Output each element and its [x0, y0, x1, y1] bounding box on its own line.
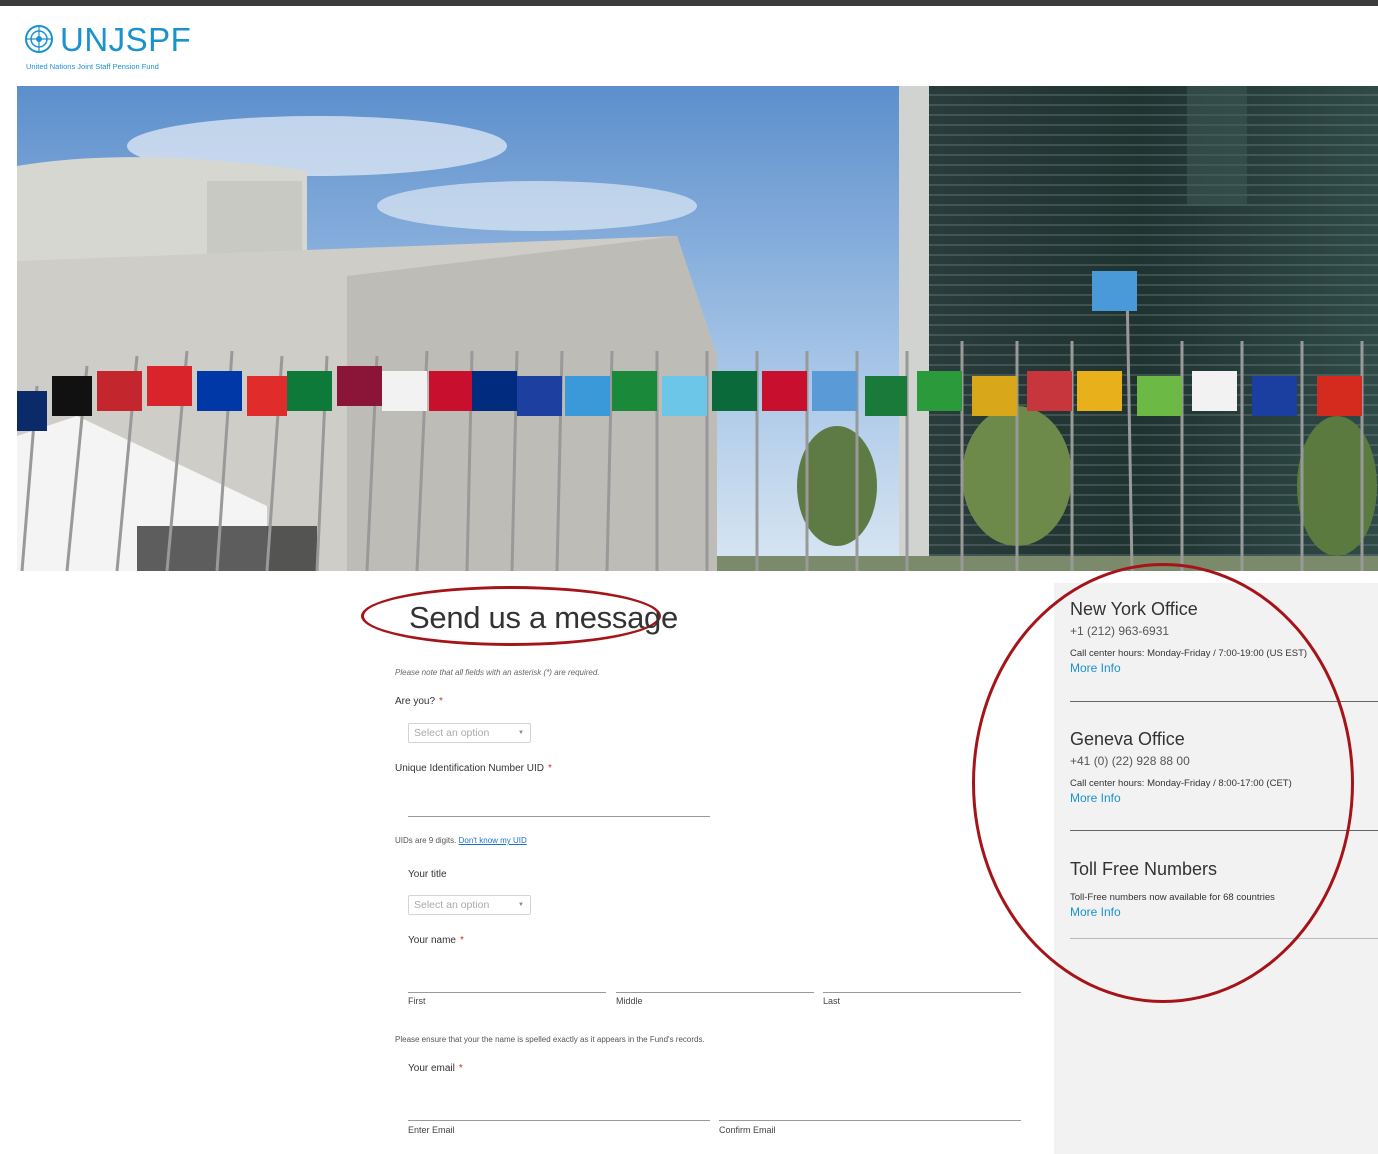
last-name-input[interactable]: [823, 992, 1021, 993]
are-you-label: Are you? *: [395, 696, 443, 707]
office-hours: Call center hours: Monday-Friday / 8:00-…: [1070, 778, 1292, 789]
uid-help-text: UIDs are 9 digits.: [395, 836, 457, 845]
required-asterisk: *: [439, 696, 443, 707]
enter-email-caption: Enter Email: [408, 1125, 455, 1135]
new-york-office: New York Office +1 (212) 963-6931 Call c…: [1070, 599, 1378, 675]
uid-help: UIDs are 9 digits. Don't know my UID: [395, 836, 527, 845]
divider: [1070, 938, 1378, 939]
office-name: Geneva Office: [1070, 729, 1185, 749]
your-title-label: Your title: [408, 869, 447, 880]
required-note: Please note that all fields with an aste…: [395, 668, 600, 677]
geneva-office: Geneva Office +41 (0) (22) 928 88 00 Cal…: [1070, 729, 1378, 805]
your-name-label-text: Your name: [408, 935, 456, 946]
required-asterisk: *: [547, 763, 552, 774]
toll-free-note: Toll-Free numbers now available for 68 c…: [1070, 892, 1275, 903]
uid-label: Unique Identification Number UID *: [395, 763, 552, 774]
divider: [1070, 701, 1378, 702]
dont-know-uid-link[interactable]: Don't know my UID: [459, 836, 527, 845]
required-asterisk: *: [458, 1063, 463, 1074]
middle-name-input[interactable]: [616, 992, 814, 993]
contact-form: Send us a message Please note that all f…: [395, 590, 1035, 1150]
your-title-select-value: Select an option: [414, 899, 490, 911]
enter-email-input[interactable]: [408, 1120, 710, 1121]
un-headquarters-photo: [17, 86, 1378, 571]
more-info-link[interactable]: More Info: [1070, 661, 1378, 675]
contact-sidebar: New York Office +1 (212) 963-6931 Call c…: [1054, 583, 1378, 1154]
are-you-select[interactable]: Select an option ▼: [408, 723, 531, 743]
office-hours: Call center hours: Monday-Friday / 7:00-…: [1070, 648, 1308, 659]
name-note: Please ensure that your the name is spel…: [395, 1035, 705, 1044]
brand-tagline: United Nations Joint Staff Pension Fund: [26, 62, 159, 71]
your-email-label-text: Your email: [408, 1063, 455, 1074]
chevron-down-icon: ▼: [518, 730, 524, 736]
your-title-select[interactable]: Select an option ▼: [408, 895, 531, 915]
hero-image: [17, 86, 1378, 571]
office-phone[interactable]: +41 (0) (22) 928 88 00: [1070, 754, 1378, 768]
confirm-email-input[interactable]: [719, 1120, 1021, 1121]
your-email-label: Your email *: [408, 1063, 463, 1074]
form-title: Send us a message: [409, 600, 678, 635]
more-info-link[interactable]: More Info: [1070, 905, 1378, 919]
office-name: Toll Free Numbers: [1070, 859, 1218, 879]
more-info-link[interactable]: More Info: [1070, 791, 1378, 805]
uid-input[interactable]: [408, 816, 710, 817]
first-name-input[interactable]: [408, 992, 606, 993]
first-name-caption: First: [408, 996, 426, 1006]
are-you-select-value: Select an option: [414, 727, 490, 739]
top-border: [0, 0, 1378, 6]
unjspf-logo[interactable]: UNJSPF United Nations Joint Staff Pensio…: [22, 22, 282, 78]
toll-free-numbers: Toll Free Numbers Toll-Free numbers now …: [1070, 859, 1378, 919]
last-name-caption: Last: [823, 996, 841, 1006]
confirm-email-caption: Confirm Email: [719, 1125, 776, 1135]
un-emblem-icon: [25, 25, 53, 53]
middle-name-caption: Middle: [616, 996, 643, 1006]
uid-label-text: Unique Identification Number UID: [395, 763, 544, 774]
brand-name: UNJSPF: [60, 21, 192, 58]
office-name: New York Office: [1070, 599, 1198, 619]
your-name-label: Your name *: [408, 935, 464, 946]
required-asterisk: *: [460, 935, 464, 946]
divider: [1070, 830, 1378, 831]
chevron-down-icon: ▼: [518, 902, 524, 908]
are-you-label-text: Are you?: [395, 696, 436, 707]
office-phone[interactable]: +1 (212) 963-6931: [1070, 624, 1378, 638]
